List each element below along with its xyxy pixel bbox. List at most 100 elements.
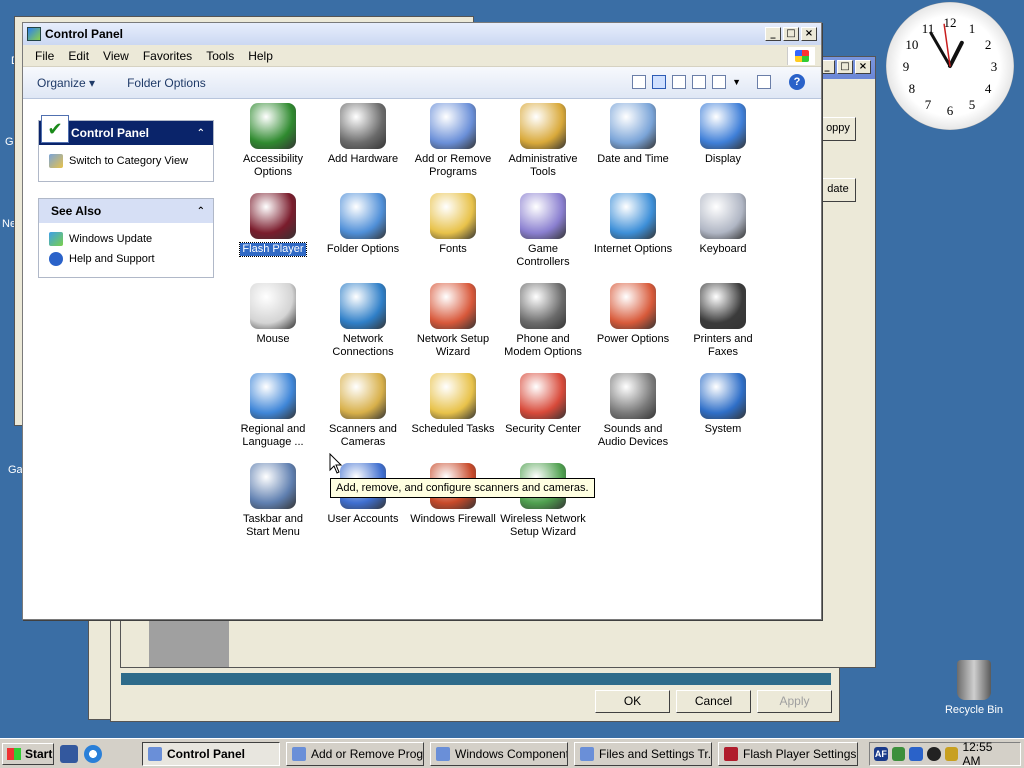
cp-item[interactable]: Add or Remove Programs [408,103,498,179]
clock-number: 3 [991,59,998,74]
windows-flag-icon [7,748,21,760]
ok-button[interactable]: OK [595,690,670,713]
language-indicator[interactable]: AF [874,747,888,761]
recycle-bin[interactable]: Recycle Bin [938,660,1010,716]
cp-item[interactable]: Power Options [588,283,678,346]
cp-item[interactable]: Add Hardware [318,103,408,166]
cp-item-label: Regional and Language ... [240,423,306,448]
maximize-button[interactable]: □ [837,60,853,74]
organize-button[interactable]: Organize ▾ [37,76,95,90]
clock-number: 9 [903,59,910,74]
minimize-button[interactable]: _ [765,27,781,41]
switch-to-category-view-link[interactable]: Switch to Category View [49,151,203,171]
view-dropdown-icon[interactable]: ▼ [732,77,741,87]
task-pane: Control Panel ⌃ Switch to Category View … [23,100,223,619]
view-details-icon[interactable] [712,75,727,89]
power-options-icon [610,283,656,329]
menu-edit[interactable]: Edit [62,49,97,63]
collapse-icon[interactable]: ⌃ [197,206,205,217]
clock-gadget[interactable]: 12 1 2 3 4 5 6 7 8 9 10 11 [886,2,1014,130]
view-list-icon[interactable] [672,75,687,89]
maximize-button[interactable]: □ [783,27,799,41]
security-icon[interactable] [909,747,924,761]
cp-item[interactable]: Display [678,103,768,166]
cp-item[interactable]: Network Connections [318,283,408,359]
cp-item[interactable]: Network Setup Wizard [408,283,498,359]
preview-pane-icon[interactable] [757,75,771,89]
cp-item-label: Network Connections [332,333,394,358]
cp-item[interactable]: Regional and Language ... [228,373,318,449]
taskbar-button[interactable]: Windows Component... [430,742,568,766]
cp-item[interactable]: Internet Options [588,193,678,256]
category-view-icon [49,154,63,168]
clock-time[interactable]: 12:55 AM [962,740,1012,768]
cp-item[interactable]: System [678,373,768,436]
windows-update-link[interactable]: Windows Update [49,229,203,249]
phone-modem-icon [520,283,566,329]
add-hardware-icon [340,103,386,149]
cancel-button[interactable]: Cancel [676,690,751,713]
cp-item[interactable]: Sounds and Audio Devices [588,373,678,449]
collapse-icon[interactable]: ⌃ [197,128,205,139]
taskbar-button[interactable]: Files and Settings Tr... [574,742,712,766]
close-button[interactable]: × [855,60,871,74]
cp-item[interactable]: Date and Time [588,103,678,166]
menu-help[interactable]: Help [242,49,281,63]
start-button[interactable]: Start [2,743,54,765]
view-icons-icon[interactable] [652,75,667,89]
system-icon [700,373,746,419]
apply-button[interactable]: Apply [757,690,832,713]
taskbar-button[interactable]: Control Panel [142,742,280,766]
cp-item[interactable]: Wireless Network Setup Wizard [498,463,588,539]
cp-item[interactable]: Accessibility Options [228,103,318,179]
update-button[interactable]: date [820,178,856,202]
show-desktop-icon[interactable] [60,745,78,763]
media-icon[interactable] [927,747,941,761]
cp-item[interactable]: Flash Player [228,193,318,257]
cp-item[interactable]: Security Center [498,373,588,436]
cp-item[interactable]: Scanners and Cameras [318,373,408,449]
cp-item-label: Windows Firewall [410,513,496,525]
cp-item[interactable]: Printers and Faxes [678,283,768,359]
taskbar-button[interactable]: Add or Remove Prog... [286,742,424,766]
sound-icon[interactable] [944,747,959,761]
menu-file[interactable]: File [29,49,62,63]
menu-view[interactable]: View [97,49,137,63]
cp-item-label: Taskbar and Start Menu [243,513,303,538]
cp-item[interactable]: Game Controllers [498,193,588,269]
menu-tools[interactable]: Tools [200,49,242,63]
cp-item-label: Power Options [596,333,670,345]
taskbar-button[interactable]: Flash Player Settings... [718,742,858,766]
cp-item[interactable]: Taskbar and Start Menu [228,463,318,539]
network-icon[interactable] [891,747,906,761]
flash-player-icon [250,193,296,239]
cp-item[interactable]: Mouse [228,283,318,346]
view-thumbnails-icon[interactable] [632,75,647,89]
cp-item-label: Wireless Network Setup Wizard [500,513,586,538]
cp-item[interactable]: Keyboard [678,193,768,256]
add-remove-programs-icon [430,103,476,149]
cp-item[interactable]: Fonts [408,193,498,256]
cp-item-label: Network Setup Wizard [416,333,490,358]
see-also-header[interactable]: See Also ⌃ [39,199,213,223]
cp-item[interactable]: Administrative Tools [498,103,588,179]
internet-explorer-icon[interactable] [84,745,102,763]
cp-item-label: Security Center [505,423,581,435]
folder-options-button[interactable]: Folder Options [127,76,206,90]
view-tiles-icon[interactable] [692,75,707,89]
copy-button[interactable]: oppy [820,117,856,141]
cp-item[interactable]: Scheduled Tasks [408,373,498,436]
close-button[interactable]: × [801,27,817,41]
cp-item[interactable]: Phone and Modem Options [498,283,588,359]
taskbar-app-icon [148,747,162,761]
help-and-support-link[interactable]: Help and Support [49,249,203,269]
taskbar-button-label: Files and Settings Tr... [599,747,712,761]
title-bar: Control Panel _ □ × [23,23,821,45]
system-tray: AF 12:55 AM [869,740,1021,768]
windows-logo-icon [787,47,815,65]
help-icon[interactable]: ? [789,74,805,90]
control-panel-icon [27,27,41,41]
taskbar-app-icon [724,747,738,761]
cp-item[interactable]: Folder Options [318,193,408,256]
menu-favorites[interactable]: Favorites [137,49,200,63]
